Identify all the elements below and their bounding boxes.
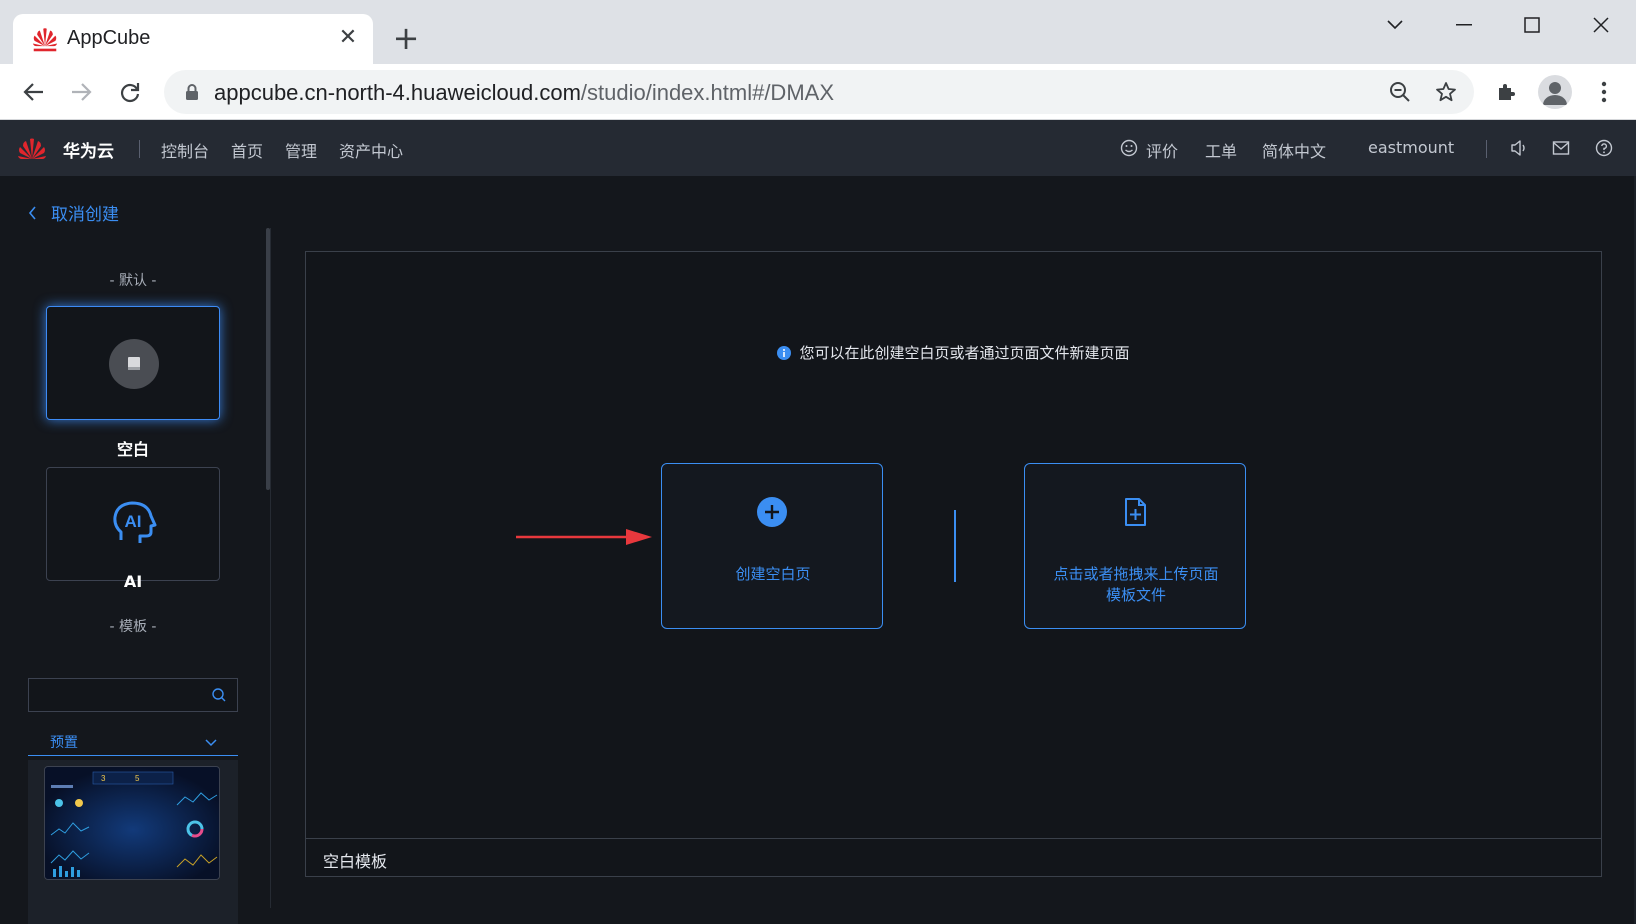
file-add-icon — [1125, 498, 1146, 526]
plus-circle-icon — [757, 497, 787, 527]
extensions-puzzle-icon[interactable] — [1491, 76, 1523, 108]
category-label: 预置 — [50, 735, 78, 751]
tab-title: AppCube — [67, 27, 151, 49]
tab-search-chevron-icon[interactable] — [1372, 10, 1418, 40]
nav-manage[interactable]: 管理 — [285, 138, 317, 162]
forward-icon[interactable] — [63, 74, 99, 110]
action-divider — [954, 510, 956, 582]
smiley-icon[interactable] — [1119, 138, 1139, 158]
browser-menu-icon[interactable] — [1588, 76, 1620, 108]
zoom-out-icon[interactable] — [1388, 80, 1412, 104]
close-tab-icon[interactable]: ✕ — [337, 27, 359, 49]
header-divider — [1486, 140, 1487, 158]
upload-template-file-button[interactable]: 点击或者拖拽来上传页面 模板文件 — [1024, 463, 1246, 629]
info-tip-text: 您可以在此创建空白页或者通过页面文件新建页面 — [799, 344, 1130, 362]
url-text[interactable]: appcube.cn-north-4.huaweicloud.com/studi… — [214, 80, 834, 106]
create-blank-page-label: 创建空白页 — [735, 565, 811, 583]
mail-icon[interactable] — [1551, 138, 1571, 158]
upload-label-line1: 点击或者拖拽来上传页面 — [1053, 565, 1219, 583]
new-tab-icon[interactable]: + — [392, 22, 420, 54]
preset-template-list: 3 5 — [28, 760, 238, 924]
bookmark-star-icon[interactable] — [1434, 80, 1458, 104]
reload-icon[interactable] — [112, 74, 148, 110]
app-header: 华为云 控制台 首页 管理 资产中心 评价 工单 简体中文 eastmount — [0, 120, 1636, 176]
back-icon[interactable] — [16, 74, 52, 110]
ai-template-label: AI — [123, 572, 143, 591]
ai-head-icon: AI — [113, 501, 157, 543]
minimize-icon[interactable] — [1441, 10, 1487, 40]
ai-template-card[interactable]: AI — [46, 467, 220, 581]
cancel-create-link[interactable]: 取消创建 — [28, 200, 119, 225]
info-icon — [777, 345, 792, 360]
category-dropdown[interactable]: 预置 — [28, 726, 238, 756]
lock-icon[interactable] — [182, 82, 202, 102]
dashboard-template-thumbnail[interactable]: 3 5 — [44, 766, 220, 880]
svg-text:5: 5 — [135, 774, 140, 783]
brand-name[interactable]: 华为云 — [63, 137, 114, 162]
nav-rate[interactable]: 评价 — [1146, 138, 1178, 162]
profile-avatar-icon[interactable] — [1538, 75, 1572, 109]
template-footer: 空白模板 — [306, 838, 1601, 876]
url-host: appcube.cn-north-4.huaweicloud.com — [214, 80, 581, 105]
template-section-label: - 模板 - — [109, 619, 157, 635]
info-tip: 您可以在此创建空白页或者通过页面文件新建页面 — [306, 342, 1601, 363]
blank-template-label: 空白 — [116, 440, 149, 459]
nav-asset-center[interactable]: 资产中心 — [339, 138, 403, 162]
template-sidebar: 取消创建 - 默认 - 空白 AI AI - 模板 - 预置 3 5 — [0, 176, 272, 924]
browser-toolbar: appcube.cn-north-4.huaweicloud.com/studi… — [0, 64, 1636, 120]
create-blank-page-button[interactable]: 创建空白页 — [661, 463, 883, 629]
browser-tab[interactable]: AppCube ✕ — [13, 14, 373, 64]
language-selector[interactable]: 简体中文 — [1262, 138, 1326, 162]
footer-template-name: 空白模板 — [323, 852, 388, 871]
default-section-label: - 默认 - — [109, 273, 157, 289]
search-icon[interactable] — [211, 687, 227, 703]
blank-page-icon — [109, 339, 159, 389]
svg-text:3: 3 — [101, 774, 106, 783]
nav-console[interactable]: 控制台 — [161, 138, 209, 162]
nav-ticket[interactable]: 工单 — [1205, 138, 1237, 162]
username[interactable]: eastmount — [1368, 138, 1454, 157]
chevron-down-icon — [205, 739, 217, 747]
red-arrow-annotation — [516, 529, 652, 545]
huawei-logo-icon[interactable] — [16, 132, 48, 168]
blank-template-card[interactable] — [46, 306, 220, 420]
cancel-create-label: 取消创建 — [51, 205, 119, 225]
upload-label-line2: 模板文件 — [1105, 586, 1166, 604]
huawei-logo-icon — [32, 28, 58, 52]
help-icon[interactable] — [1594, 138, 1614, 158]
close-window-icon[interactable] — [1578, 10, 1624, 40]
nav-home[interactable]: 首页 — [231, 138, 263, 162]
browser-tabstrip: AppCube ✕ + — [0, 0, 1636, 64]
sidebar-divider — [270, 228, 271, 908]
maximize-icon[interactable] — [1509, 10, 1555, 40]
address-bar[interactable]: appcube.cn-north-4.huaweicloud.com/studi… — [164, 70, 1474, 114]
chevron-left-icon — [28, 205, 36, 220]
speaker-icon[interactable] — [1508, 138, 1528, 158]
url-path: /studio/index.html#/DMAX — [580, 80, 834, 105]
svg-text:AI: AI — [125, 512, 142, 531]
create-page-panel: 您可以在此创建空白页或者通过页面文件新建页面 创建空白页 点击或者拖拽来上传页面… — [305, 251, 1602, 877]
header-divider — [139, 140, 140, 158]
dashboard-preview-image: 3 5 — [45, 767, 219, 879]
template-search-input[interactable] — [28, 678, 238, 712]
